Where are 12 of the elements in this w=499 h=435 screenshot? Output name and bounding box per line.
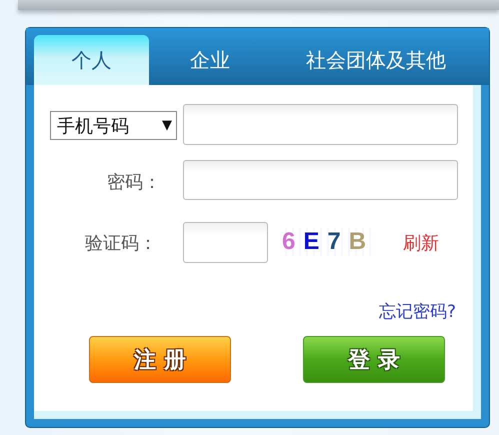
tab[interactable]: 社会团体及其他 <box>271 35 481 85</box>
refresh-link[interactable]: 刷新 <box>403 231 439 255</box>
password-label: 密码： <box>107 171 161 194</box>
forgot-password-link[interactable]: 忘记密码? <box>379 300 456 323</box>
tab[interactable]: 企业 <box>149 35 271 85</box>
account-type-select[interactable]: 手机号码 ▼ <box>50 111 177 140</box>
login-button[interactable]: 登 录 <box>303 336 445 383</box>
tab[interactable]: 个人 <box>34 35 149 85</box>
captcha-input[interactable] <box>183 222 268 263</box>
captcha-label: 验证码： <box>85 232 157 255</box>
account-input[interactable] <box>183 104 458 145</box>
password-input[interactable] <box>183 160 458 200</box>
